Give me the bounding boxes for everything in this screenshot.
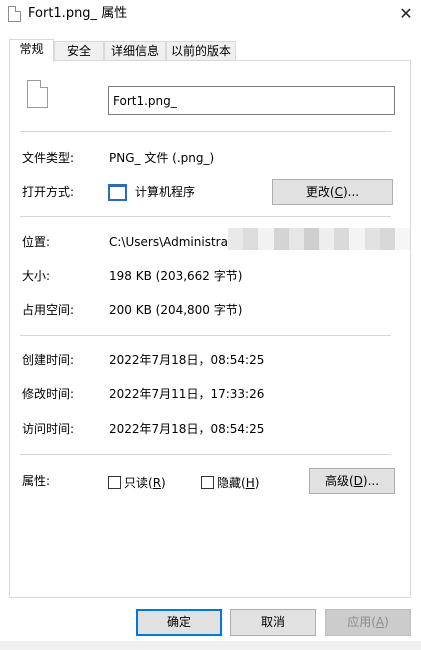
tab-general[interactable]: 常规 (9, 39, 54, 62)
general-tab-panel (9, 60, 411, 598)
file-name-field[interactable] (108, 86, 395, 115)
size-value: 198 KB (203,662 字节) (109, 269, 243, 283)
change-button-label: 更改( (305, 185, 335, 199)
change-button-hotkey: C (334, 185, 343, 199)
tab-security[interactable]: 安全 (54, 41, 104, 61)
hidden-checkbox[interactable] (201, 476, 214, 489)
cancel-button[interactable]: 取消 (230, 609, 316, 636)
hidden-suffix: ) (254, 476, 260, 490)
modified-label: 修改时间: (22, 387, 75, 401)
hidden-text: 隐藏( (217, 476, 246, 490)
created-label: 创建时间: (22, 353, 75, 367)
separator (20, 335, 391, 336)
apply-button[interactable]: 应用(A) (325, 609, 411, 636)
background-window-strip (0, 641, 421, 650)
file-type-icon (27, 80, 48, 108)
size-label: 大小: (22, 269, 51, 283)
apply-button-label: 应用( (347, 615, 376, 629)
size-on-disk-value: 200 KB (204,800 字节) (109, 303, 243, 317)
redacted-path-blur (228, 228, 411, 250)
ok-button[interactable]: 确定 (136, 609, 222, 636)
apply-button-hotkey: A (375, 615, 385, 629)
computer-program-icon (108, 184, 127, 201)
window-title: Fort1.png_ 属性 (28, 6, 128, 21)
size-on-disk-label: 占用空间: (22, 303, 75, 317)
file-icon (8, 6, 21, 22)
location-value: C:\Users\Administrat (109, 235, 233, 249)
readonly-checkbox[interactable] (108, 476, 121, 489)
readonly-label[interactable]: 只读(R) (124, 475, 166, 491)
separator (20, 131, 391, 132)
accessed-value: 2022年7月18日，08:54:25 (109, 422, 265, 436)
apply-button-suffix: ) (384, 615, 389, 629)
file-type-value: PNG_ 文件 (.png_) (109, 151, 215, 165)
readonly-text: 只读( (124, 476, 153, 490)
readonly-hotkey: R (152, 476, 162, 490)
hidden-label[interactable]: 隐藏(H) (217, 475, 259, 491)
file-type-label: 文件类型: (22, 151, 75, 165)
opens-with-value: 计算机程序 (135, 185, 196, 199)
close-button[interactable]: ✕ (391, 0, 421, 30)
title-bar: Fort1.png_ 属性 ✕ (0, 0, 421, 30)
change-button-suffix: )... (342, 185, 360, 199)
attributes-label: 属性: (22, 474, 51, 488)
accessed-label: 访问时间: (22, 422, 75, 436)
created-value: 2022年7月18日，08:54:25 (109, 353, 265, 367)
readonly-suffix: ) (161, 476, 166, 490)
tab-details[interactable]: 详细信息 (104, 41, 166, 61)
opens-with-label: 打开方式: (22, 185, 75, 199)
advanced-button-suffix: )... (362, 474, 380, 488)
location-label: 位置: (22, 235, 51, 249)
advanced-button-hotkey: D (353, 474, 363, 488)
advanced-button[interactable]: 高级(D)... (309, 468, 395, 494)
tab-previous-versions[interactable]: 以前的版本 (166, 41, 236, 61)
separator (20, 216, 391, 217)
modified-value: 2022年7月11日，17:33:26 (109, 387, 265, 401)
hidden-hotkey: H (245, 476, 255, 490)
separator (20, 454, 391, 455)
change-button[interactable]: 更改(C)... (272, 179, 393, 205)
advanced-button-label: 高级( (324, 474, 354, 488)
